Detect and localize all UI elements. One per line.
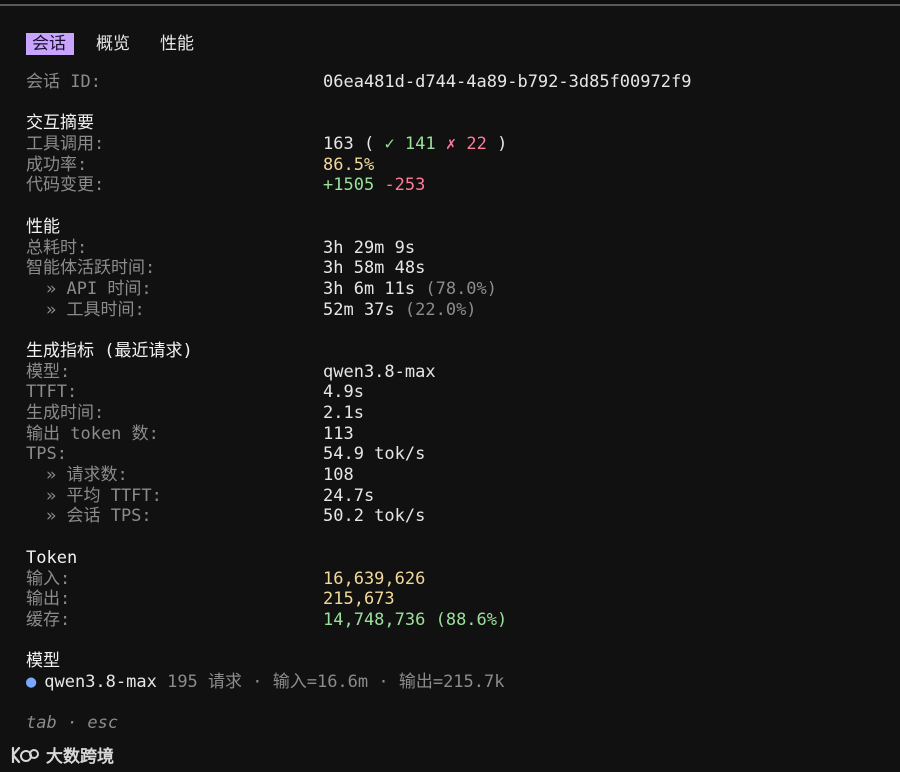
avg-ttft-row: » 平均 TTFT: 24.7s: [26, 486, 886, 507]
code-changes-row: 代码变更: +1505 -253: [26, 175, 886, 196]
tool-calls-success: ✓ 141: [384, 134, 436, 155]
stats-panel: 会话 概览 性能 会话 ID: 06ea481d-d744-4a89-b792-…: [26, 32, 886, 734]
gen-model-value: qwen3.8-max: [323, 361, 436, 382]
token-input-label: 输入:: [26, 568, 71, 589]
agent-active-row: 智能体活跃时间: 3h 58m 48s: [26, 258, 886, 279]
token-output-label: 输出:: [26, 589, 71, 610]
keyboard-hint: tab · esc: [26, 713, 119, 734]
code-added: +1505: [323, 175, 375, 196]
tab-session[interactable]: 会话: [26, 33, 74, 55]
tool-calls-total: 163: [323, 134, 354, 155]
requests-label: » 请求数:: [46, 465, 128, 486]
gen-time-row: 生成时间: 2.1s: [26, 403, 886, 424]
output-tokens-label: 输出 token 数:: [26, 423, 159, 444]
avg-ttft-label: » 平均 TTFT:: [46, 485, 162, 506]
agent-active-label: 智能体活跃时间:: [26, 258, 156, 279]
gen-time-value: 2.1s: [323, 403, 364, 423]
output-tokens-row: 输出 token 数: 113: [26, 424, 886, 445]
session-id-label: 会话 ID:: [26, 72, 101, 92]
tool-time-row: » 工具时间: 52m 37s (22.0%): [26, 300, 886, 321]
gen-model-row: 模型: qwen3.8-max: [26, 362, 886, 383]
gen-time-label: 生成时间:: [26, 403, 105, 423]
output-tokens-value: 113: [323, 423, 354, 444]
tool-time-value: 52m 37s: [323, 299, 395, 320]
session-id-row: 会话 ID: 06ea481d-d744-4a89-b792-3d85f0097…: [26, 72, 886, 93]
token-cache-row: 缓存: 14,748,736 (88.6%): [26, 610, 886, 631]
code-changes-label: 代码变更:: [26, 175, 105, 196]
api-time-percent: (78.0%): [415, 278, 498, 299]
tab-bar: 会话 概览 性能: [26, 32, 886, 56]
tool-calls-close-paren: ): [486, 134, 508, 155]
success-rate-row: 成功率: 86.5%: [26, 155, 886, 176]
total-time-value: 3h 29m 9s: [323, 237, 416, 258]
tab-performance[interactable]: 性能: [152, 33, 202, 55]
model-name: qwen3.8-max: [44, 671, 157, 692]
ttft-label: TTFT:: [26, 382, 78, 403]
tps-value: 54.9 tok/s: [323, 444, 426, 465]
gen-model-label: 模型:: [26, 361, 71, 382]
success-rate-label: 成功率:: [26, 154, 88, 175]
tool-calls-label: 工具调用:: [26, 134, 105, 155]
api-time-value: 3h 6m 11s: [323, 278, 416, 299]
total-time-row: 总耗时: 3h 29m 9s: [26, 238, 886, 259]
requests-value: 108: [323, 465, 354, 486]
tps-row: TPS: 54.9 tok/s: [26, 444, 886, 465]
code-removed: -253: [384, 175, 426, 196]
tool-calls-open-paren: (: [353, 134, 385, 155]
token-cache-percent: (88.6%): [425, 609, 508, 630]
token-cache-label: 缓存:: [26, 609, 71, 630]
agent-active-value: 3h 58m 48s: [323, 258, 426, 279]
model-detail: 195 请求 · 输入=16.6m · 输出=215.7k: [156, 671, 505, 692]
tps-label: TPS:: [26, 444, 67, 465]
token-cache-value: 14,748,736: [323, 609, 426, 630]
models-heading: 模型: [26, 651, 60, 672]
ttft-value: 4.9s: [323, 382, 364, 403]
requests-row: » 请求数: 108: [26, 465, 886, 486]
token-heading: Token: [26, 547, 78, 568]
model-list-item: ● qwen3.8-max 195 请求 · 输入=16.6m · 输出=215.…: [26, 672, 886, 693]
tool-calls-failed: ✗ 22: [445, 134, 487, 155]
session-id-value: 06ea481d-d744-4a89-b792-3d85f00972f9: [323, 72, 692, 92]
watermark-text: 大数跨境: [46, 747, 114, 767]
tab-overview[interactable]: 概览: [88, 33, 138, 55]
session-tps-row: » 会话 TPS: 50.2 tok/s: [26, 506, 886, 527]
interaction-heading: 交互摘要: [26, 113, 94, 134]
tool-time-label: » 工具时间:: [46, 299, 145, 320]
bullet-dot-icon: ●: [26, 671, 37, 692]
total-time-label: 总耗时:: [26, 237, 88, 258]
success-rate-value: 86.5%: [323, 154, 375, 175]
watermark: 大数跨境: [10, 742, 114, 767]
token-input-value: 16,639,626: [323, 568, 426, 589]
token-input-row: 输入: 16,639,626: [26, 569, 886, 590]
session-tps-value: 50.2 tok/s: [323, 506, 426, 527]
performance-heading: 性能: [26, 216, 60, 237]
api-time-label: » API 时间:: [46, 278, 152, 299]
generation-heading: 生成指标 (最近请求): [26, 340, 193, 361]
ttft-row: TTFT: 4.9s: [26, 382, 886, 403]
api-time-row: » API 时间: 3h 6m 11s (78.0%): [26, 279, 886, 300]
brand-logo-icon: [11, 746, 39, 763]
token-output-value: 215,673: [323, 589, 395, 610]
avg-ttft-value: 24.7s: [323, 485, 375, 506]
tool-time-percent: (22.0%): [394, 299, 477, 320]
tool-calls-row: 工具调用: 163 ( ✓ 141 ✗ 22 ): [26, 134, 886, 155]
session-tps-label: » 会话 TPS:: [46, 506, 152, 527]
token-output-row: 输出: 215,673: [26, 589, 886, 610]
